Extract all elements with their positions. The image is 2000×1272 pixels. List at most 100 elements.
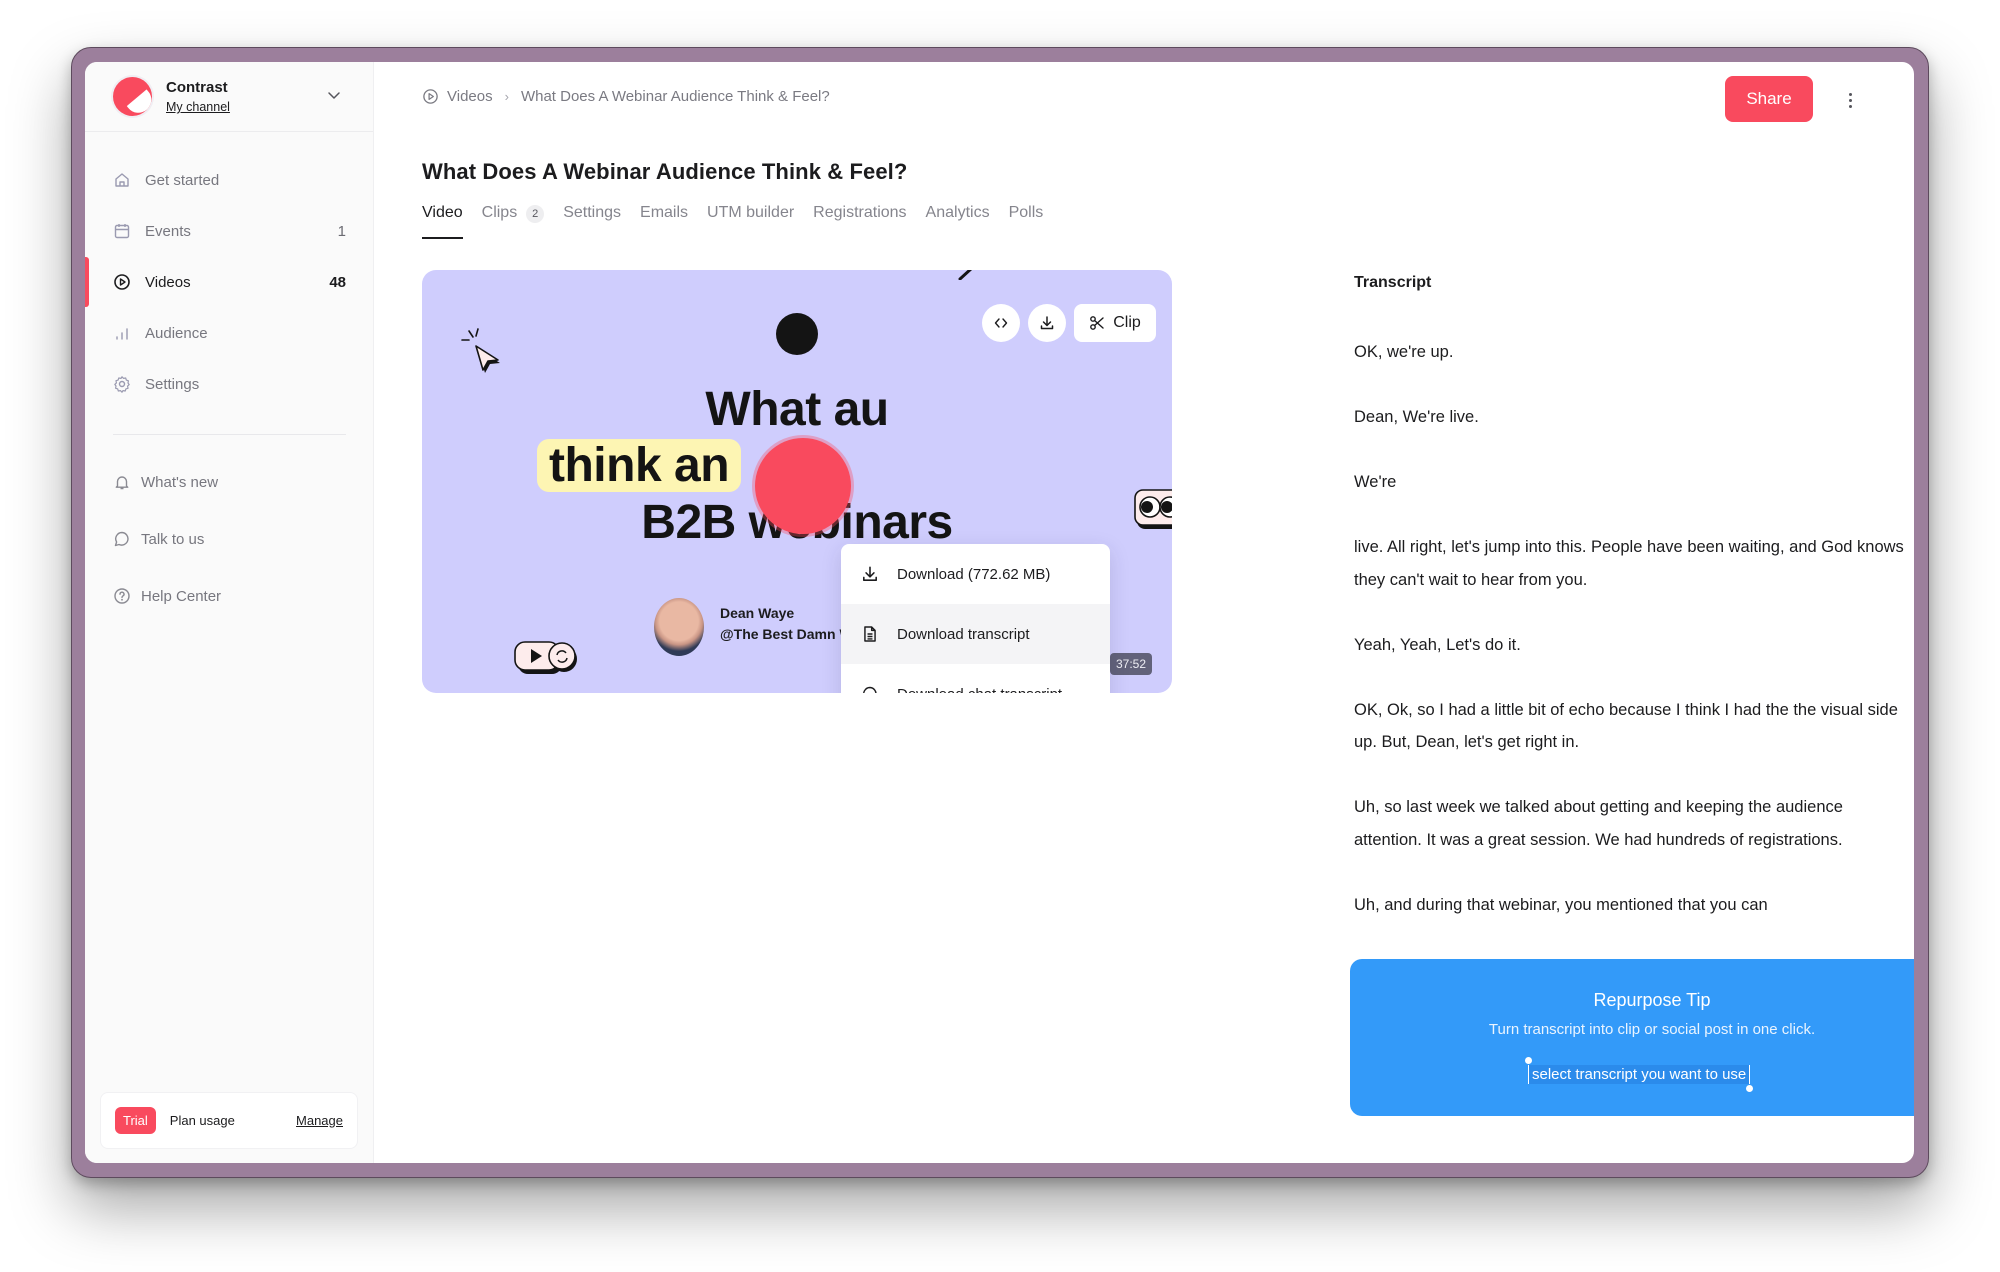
repurpose-tip-banner: Repurpose Tip Turn transcript into clip … (1350, 959, 1914, 1116)
download-icon (1040, 316, 1054, 330)
tab-label: Analytics (925, 204, 990, 221)
tab-label: Polls (1008, 204, 1044, 221)
tab-label: Clips (481, 204, 518, 221)
chevron-down-icon[interactable] (325, 86, 343, 104)
bell-icon (113, 473, 131, 491)
plan-usage-card: Trial Plan usage Manage (100, 1092, 358, 1149)
tip-description: Turn transcript into clip or social post… (1488, 1021, 1816, 1038)
video-tabs: Video Clips 2 Settings Emails UTM builder… (422, 204, 1044, 239)
sidebar-item-whats-new[interactable]: What's new (85, 462, 374, 502)
clip-button[interactable]: Clip (1074, 304, 1156, 342)
download-icon (861, 565, 879, 583)
more-options-icon[interactable] (1840, 88, 1860, 112)
transcript-paragraph: OK, we're up. (1354, 343, 1454, 361)
sidebar-item-audience[interactable]: Audience (85, 313, 374, 353)
workspace-name: Contrast (166, 79, 228, 96)
tab-utm-builder[interactable]: UTM builder (707, 204, 794, 234)
workspace-switcher[interactable]: Contrast My channel (85, 62, 373, 132)
app-window: Contrast My channel Get started Events 1… (85, 62, 1914, 1163)
presenter-avatar (654, 598, 704, 656)
cursor-illustration-icon (461, 328, 500, 373)
calendar-icon (113, 222, 131, 240)
transcript-paragraph: Uh, so last week we talked about getting… (1354, 798, 1843, 849)
sidebar-item-settings[interactable]: Settings (85, 364, 374, 404)
decorative-blob (776, 313, 818, 355)
tip-title: Repurpose Tip (1593, 990, 1711, 1010)
tab-label: Settings (563, 204, 622, 221)
play-circle-icon (422, 88, 439, 105)
clips-count-badge: 2 (526, 205, 545, 223)
download-button[interactable] (1028, 304, 1066, 342)
play-button[interactable] (755, 438, 851, 534)
download-menu: Download (772.62 MB) Download transcript… (841, 544, 1110, 693)
bar-chart-icon (113, 324, 131, 342)
eyes-illustration-icon (1134, 489, 1172, 529)
transcript-paragraph: live. All right, let's jump into this. P… (1354, 538, 1904, 589)
tab-registrations[interactable]: Registrations (813, 204, 906, 234)
tab-analytics[interactable]: Analytics (926, 204, 990, 234)
tab-settings[interactable]: Settings (563, 204, 621, 234)
gear-icon (113, 375, 131, 393)
chat-bubble-icon (861, 685, 879, 693)
tab-label: UTM builder (707, 204, 795, 221)
breadcrumb-current: What Does A Webinar Audience Think & Fee… (520, 88, 830, 105)
play-refresh-illustration-icon (514, 641, 577, 674)
embed-code-button[interactable] (982, 304, 1020, 342)
chat-bubble-icon (113, 530, 131, 548)
share-button[interactable]: Share (1725, 76, 1813, 122)
document-icon (861, 625, 879, 643)
help-circle-icon (113, 587, 131, 605)
tab-label: Registrations (813, 204, 907, 221)
video-player[interactable]: What au think an B2B webinars Dean Waye (422, 270, 1172, 693)
sidebar-item-videos[interactable]: Videos 48 (85, 257, 374, 307)
main-content: Videos › What Does A Webinar Audience Th… (374, 62, 1914, 1163)
clip-button-label: Clip (1113, 314, 1141, 331)
breadcrumb-videos-link[interactable]: Videos (447, 88, 493, 105)
sidebar-item-label: Help Center (141, 587, 222, 605)
menu-item-label: Download chat transcript (897, 686, 1062, 694)
download-video-option[interactable]: Download (772.62 MB) (841, 544, 1110, 604)
download-chat-transcript-option[interactable]: Download chat transcript (841, 664, 1110, 693)
tab-clips[interactable]: Clips 2 (482, 204, 545, 234)
tab-polls[interactable]: Polls (1009, 204, 1044, 234)
scissors-icon (1090, 316, 1104, 330)
breadcrumb: Videos › What Does A Webinar Audience Th… (422, 88, 830, 105)
transcript-paragraph: OK, Ok, so I had a little bit of echo be… (1354, 700, 1898, 752)
breadcrumb-separator-icon: › (504, 89, 509, 104)
sidebar-item-talk-to-us[interactable]: Talk to us (85, 519, 374, 559)
events-count: 1 (337, 222, 346, 240)
menu-item-label: Download transcript (897, 625, 1030, 643)
play-circle-icon (113, 273, 131, 291)
workspace-logo (113, 77, 152, 116)
channel-link[interactable]: My channel (166, 100, 230, 114)
transcript-paragraph: Yeah, Yeah, Let's do it. (1354, 635, 1521, 654)
thumbnail-highlight: think an (537, 439, 742, 492)
transcript-paragraph: We're (1354, 473, 1397, 491)
tab-label: Video (422, 204, 463, 221)
sidebar-item-label: What's new (141, 473, 219, 491)
transcript-text[interactable]: OK, we're up. Dean, We're live. We're li… (1354, 336, 1914, 954)
sidebar-item-label: Events (145, 222, 191, 240)
tip-selection-example: select transcript you want to use (1524, 1057, 1754, 1092)
page-title: What Does A Webinar Audience Think & Fee… (422, 159, 908, 184)
tab-video[interactable]: Video (422, 204, 463, 239)
transcript-paragraph: Dean, We're live. (1354, 408, 1479, 426)
download-transcript-option[interactable]: Download transcript (841, 604, 1110, 664)
transcript-title: Transcript (1354, 274, 1432, 291)
plan-usage-label: Plan usage (169, 1113, 235, 1128)
home-icon (113, 171, 131, 189)
pen-scribble-icon (958, 270, 973, 280)
thumbnail-title-line: What au (705, 383, 889, 436)
sidebar-item-label: Get started (145, 171, 220, 189)
sidebar-divider (113, 434, 346, 435)
videos-count: 48 (329, 273, 346, 291)
code-icon (994, 318, 1008, 328)
manage-plan-link[interactable]: Manage (296, 1113, 343, 1128)
tab-emails[interactable]: Emails (640, 204, 688, 234)
transcript-paragraph: Uh, and during that webinar, you mention… (1354, 895, 1768, 914)
sidebar-item-get-started[interactable]: Get started (85, 160, 374, 200)
sidebar-item-help-center[interactable]: Help Center (85, 576, 374, 616)
sidebar-item-events[interactable]: Events 1 (85, 211, 374, 251)
sidebar-item-label: Settings (145, 375, 200, 393)
video-duration: 37:52 (1110, 653, 1153, 675)
